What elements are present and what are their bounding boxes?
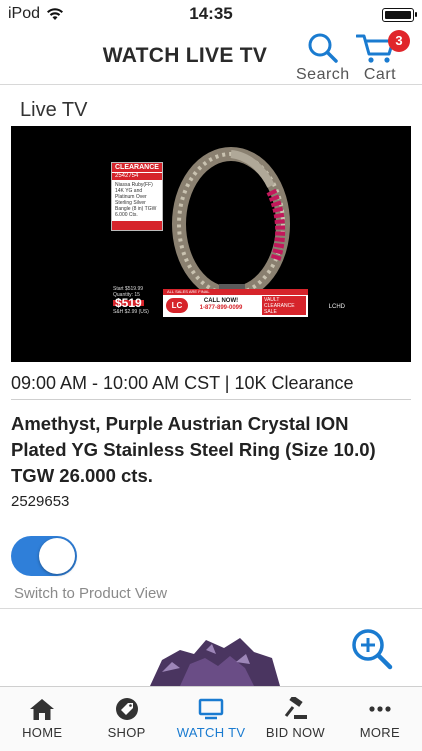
tab-home-label: HOME [22,725,63,740]
divider [11,399,411,400]
product-id: 2529653 [11,493,70,510]
product-image[interactable] [150,632,280,686]
tab-more-label: MORE [359,725,400,740]
product-view-toggle-label: Switch to Product View [14,585,168,602]
tab-bar: HOME SHOP WATCH TV BID NOW MORE [0,686,422,751]
video-tag-header: CLEARANCE [112,163,162,172]
cart-count-badge: 3 [388,30,410,52]
navigation-bar: WATCH LIVE TV Search 3 Cart [0,28,422,85]
tab-home[interactable]: HOME [0,687,84,751]
video-call-now: CALL NOW! [203,298,239,304]
tab-watch-tv[interactable]: WATCH TV [169,687,253,751]
bangle-image [172,147,290,306]
product-title: Amethyst, Purple Austrian Crystal ION Pl… [11,413,376,486]
zoom-button[interactable] [350,627,394,676]
video-phone: 1-877-899-0099 [199,305,243,311]
live-video-player[interactable]: CLEARANCE 2542754 Niassa Ruby(FF) 14K YG… [11,126,411,362]
battery-icon [382,8,417,22]
gavel-icon [285,697,308,719]
tab-bid-now-label: BID NOW [265,725,325,740]
tab-bid-now[interactable]: BID NOW [253,687,337,751]
program-schedule: 09:00 AM - 10:00 AM CST | 10K Clearance [11,373,354,393]
product-view-toggle[interactable] [11,536,77,576]
video-call-banner: ALL SALES ARE FINAL LC CALL NOW! 1-877-8… [163,289,308,317]
search-button[interactable]: Search [296,32,350,84]
search-label: Search [296,66,350,83]
video-tag-number: 2542754 [112,172,162,180]
search-icon [308,33,338,63]
video-price: $519 [113,296,144,310]
video-clearance-tag: CLEARANCE 2542754 Niassa Ruby(FF) 14K YG… [111,162,163,231]
cart-button[interactable]: 3 Cart [355,30,410,84]
tab-more[interactable]: MORE [338,687,422,751]
video-shipping: S&H $2.99 (US) [113,309,149,315]
zoom-in-icon [352,629,393,670]
tag-icon [115,698,138,720]
tab-shop-label: SHOP [107,725,146,740]
tv-icon [198,698,224,720]
cart-label: Cart [363,66,397,83]
lc-logo: LC [166,298,188,313]
video-price-block: Start $519.99 Quantity: 15 $519 S&H $2.9… [113,286,149,315]
video-banner-top: ALL SALES ARE FINAL [163,289,308,295]
divider [0,608,422,609]
clock: 14:35 [189,4,233,23]
section-title: Live TV [20,99,88,121]
home-icon [30,699,55,720]
status-bar: iPod 14:35 [0,0,422,28]
video-hd-mark: LCHD [328,304,345,310]
video-vault-clearance: VAULT CLEARANCE SALE [262,296,306,315]
tab-watch-tv-label: WATCH TV [176,725,246,740]
tab-shop[interactable]: SHOP [84,687,168,751]
more-icon [369,706,391,712]
